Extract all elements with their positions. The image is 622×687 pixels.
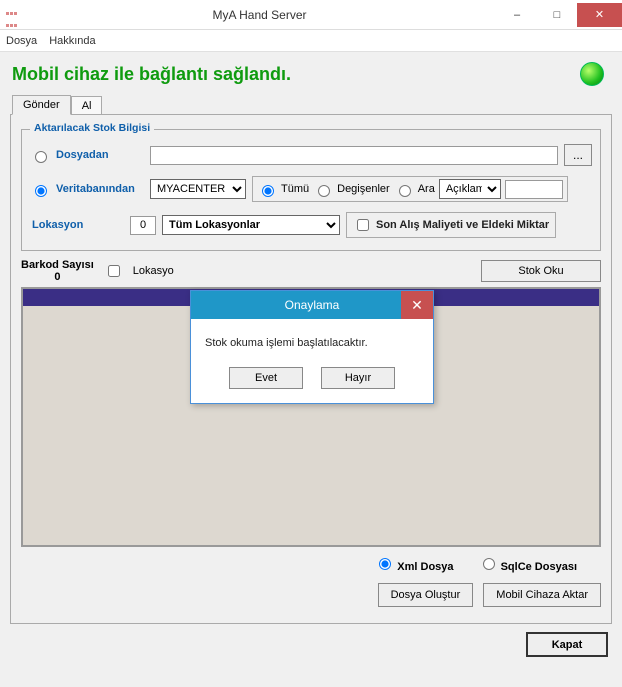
dialog-titlebar: Onaylama ✕ xyxy=(191,291,433,319)
dialog-title: Onaylama xyxy=(285,298,340,312)
dialog-button-row: Evet Hayır xyxy=(191,359,433,403)
dialog-close-button[interactable]: ✕ xyxy=(401,291,433,319)
dialog-overlay: Onaylama ✕ Stok okuma işlemi başlatılaca… xyxy=(0,0,622,687)
dialog-yes-button[interactable]: Evet xyxy=(229,367,303,389)
tab-send[interactable]: Gönder xyxy=(12,95,71,115)
confirm-dialog: Onaylama ✕ Stok okuma işlemi başlatılaca… xyxy=(190,290,434,404)
app-window: MyA Hand Server – □ ✕ Dosya Hakkında Mob… xyxy=(0,0,622,687)
dialog-message: Stok okuma işlemi başlatılacaktır. xyxy=(191,319,433,359)
dialog-no-button[interactable]: Hayır xyxy=(321,367,395,389)
